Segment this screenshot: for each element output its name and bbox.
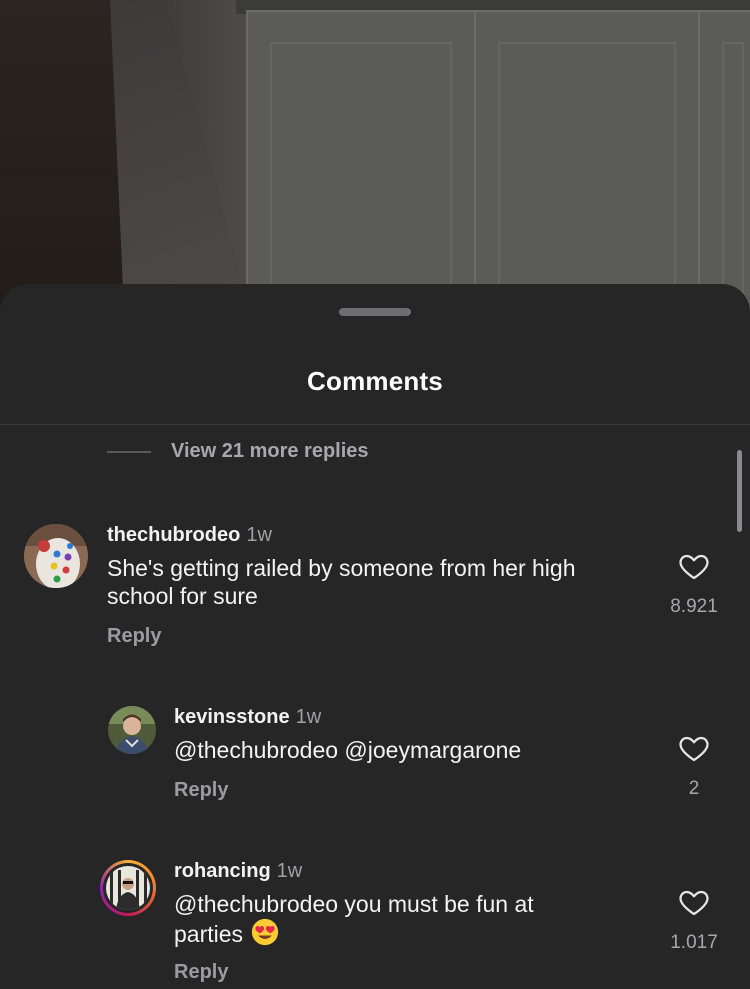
avatar-photo bbox=[106, 866, 150, 910]
screen: Comments View 21 more replies thechubrod… bbox=[0, 0, 750, 989]
comment-header: rohancing 1w bbox=[174, 860, 302, 883]
cabinet-door bbox=[246, 10, 476, 310]
cabinet-panel bbox=[722, 42, 744, 308]
heart-icon bbox=[679, 890, 709, 916]
ceiling-beam bbox=[110, 0, 250, 310]
avatar-story-ring[interactable] bbox=[100, 860, 156, 916]
avatar-person-photo-icon bbox=[106, 866, 150, 910]
comments-sheet: Comments View 21 more replies thechubrod… bbox=[0, 284, 750, 989]
cabinet-door bbox=[474, 10, 700, 310]
dark-wall bbox=[0, 0, 125, 310]
comment-text-line-wrap: parties bbox=[174, 918, 644, 948]
cabinet-panel bbox=[498, 42, 676, 308]
username-link[interactable]: rohancing bbox=[174, 860, 271, 882]
video-background[interactable] bbox=[0, 0, 750, 310]
like-control[interactable]: 1.017 bbox=[664, 886, 724, 954]
reply-item: rohancing 1w @thechubrodeo you must be fu… bbox=[0, 284, 750, 989]
like-count: 1.017 bbox=[670, 932, 718, 953]
comment-text-line: parties bbox=[174, 921, 244, 947]
cabinet-door bbox=[698, 10, 750, 310]
timestamp: 1w bbox=[276, 860, 303, 882]
heart-eyes-emoji-icon bbox=[251, 918, 279, 946]
reply-button[interactable]: Reply bbox=[174, 961, 228, 984]
cabinet-panel bbox=[270, 42, 452, 308]
comment-text-line: @thechubrodeo you must be fun at bbox=[174, 891, 534, 917]
comment-text: @thechubrodeo you must be fun at parties bbox=[174, 890, 644, 948]
